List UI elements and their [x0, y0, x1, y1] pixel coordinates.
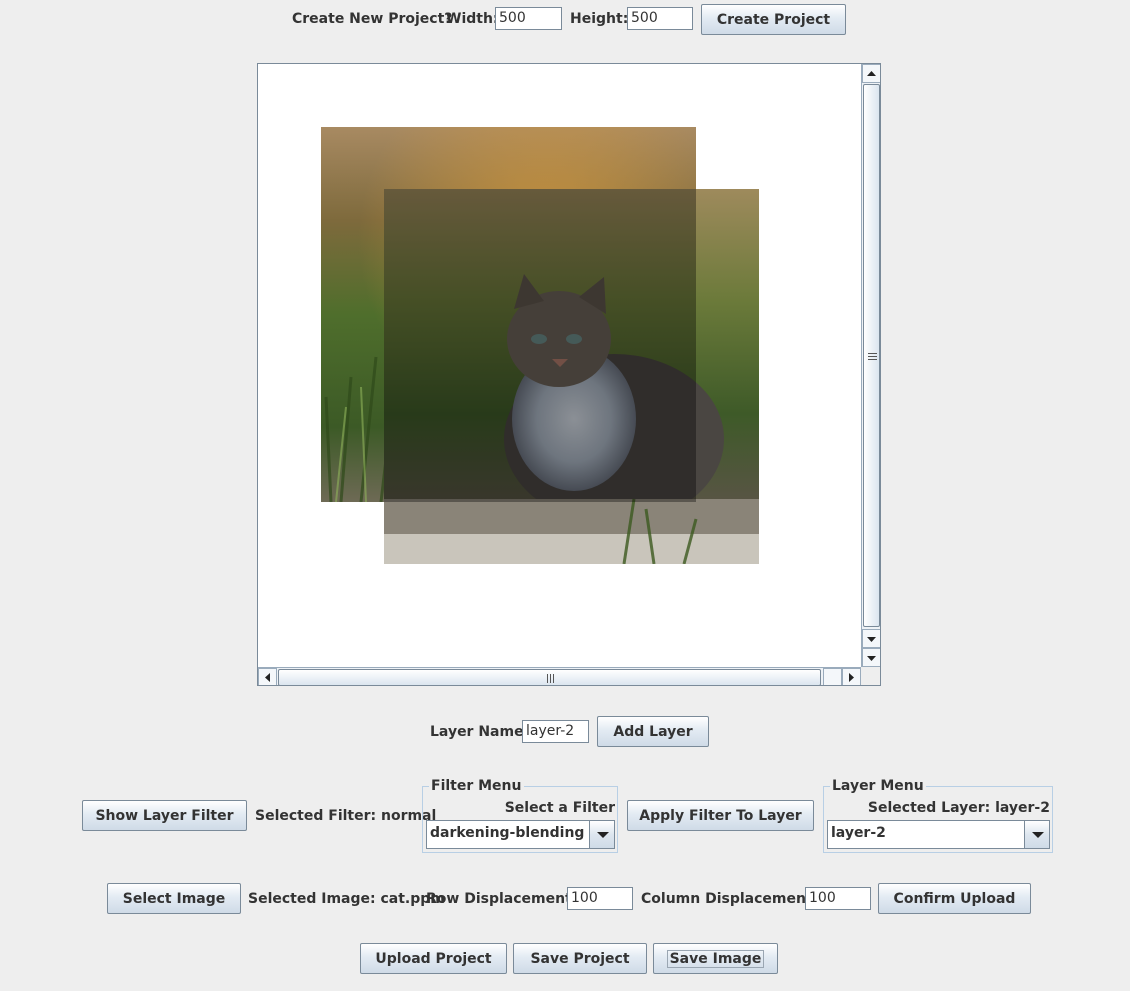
upload-project-button[interactable]: Upload Project: [360, 943, 507, 974]
scroll-right-button-2[interactable]: [842, 668, 861, 685]
scroll-corner: [861, 667, 880, 685]
chevron-down-icon[interactable]: [1024, 821, 1049, 848]
selected-image-text: Selected Image: cat.ppm: [248, 891, 445, 907]
chevron-down-icon[interactable]: [589, 821, 614, 848]
arrow-down-icon: [867, 656, 876, 661]
filter-menu-title: Filter Menu: [429, 778, 524, 794]
confirm-upload-button[interactable]: Confirm Upload: [878, 883, 1031, 914]
height-label: Height:: [570, 11, 629, 27]
select-filter-label: Select a Filter: [504, 800, 615, 816]
scroll-left-button[interactable]: [258, 668, 277, 685]
scroll-up-button[interactable]: [862, 64, 880, 83]
layer-dropdown-value: layer-2: [831, 825, 886, 841]
layer-name-input[interactable]: layer-2: [522, 720, 589, 743]
create-project-button[interactable]: Create Project: [701, 4, 846, 35]
column-displacement-input[interactable]: 100: [805, 887, 871, 910]
apply-filter-button[interactable]: Apply Filter To Layer: [627, 800, 814, 831]
vertical-scrollbar[interactable]: [861, 64, 880, 667]
layer-name-label: Layer Name:: [430, 724, 530, 740]
selected-filter-text: Selected Filter: normal: [255, 808, 437, 824]
select-image-button[interactable]: Select Image: [107, 883, 241, 914]
arrow-right-icon: [849, 673, 854, 682]
arrow-up-icon: [867, 71, 876, 76]
show-layer-filter-button[interactable]: Show Layer Filter: [82, 800, 247, 831]
horizontal-scrollbar[interactable]: [258, 667, 861, 685]
layer-menu-title: Layer Menu: [830, 778, 926, 794]
filter-menu-group: Filter Menu Select a Filter darkening-bl…: [422, 778, 618, 853]
add-layer-button[interactable]: Add Layer: [597, 716, 709, 747]
height-input[interactable]: 500: [627, 7, 693, 30]
canvas-scroll-pane[interactable]: [257, 63, 881, 686]
width-input[interactable]: 500: [495, 7, 562, 30]
create-project-prompt: Create New Project?: [292, 11, 453, 27]
canvas-area: [258, 64, 862, 667]
layer-menu-group: Layer Menu Selected Layer: layer-2 layer…: [823, 778, 1053, 853]
row-displacement-label: Row Displacement:: [426, 891, 578, 907]
layer-dropdown[interactable]: layer-2: [827, 820, 1050, 849]
scroll-down-button-2[interactable]: [862, 648, 880, 667]
filter-dropdown-value: darkening-blending: [430, 825, 585, 841]
horizontal-scroll-thumb[interactable]: [278, 669, 821, 685]
save-image-label: Save Image: [666, 949, 765, 968]
selected-layer-label: Selected Layer: layer-2: [867, 800, 1050, 816]
scroll-down-button-1[interactable]: [862, 629, 880, 648]
column-displacement-label: Column Displacement:: [641, 891, 819, 907]
arrow-left-icon: [265, 673, 270, 682]
blend-overlap-region: [384, 189, 696, 502]
arrow-down-icon: [867, 637, 876, 642]
save-project-button[interactable]: Save Project: [513, 943, 647, 974]
filter-dropdown[interactable]: darkening-blending: [426, 820, 615, 849]
vertical-scroll-thumb[interactable]: [863, 84, 880, 627]
width-label: Width:: [446, 11, 499, 27]
scroll-right-button-1[interactable]: [823, 668, 842, 685]
save-image-button[interactable]: Save Image: [653, 943, 778, 974]
row-displacement-input[interactable]: 100: [567, 887, 633, 910]
